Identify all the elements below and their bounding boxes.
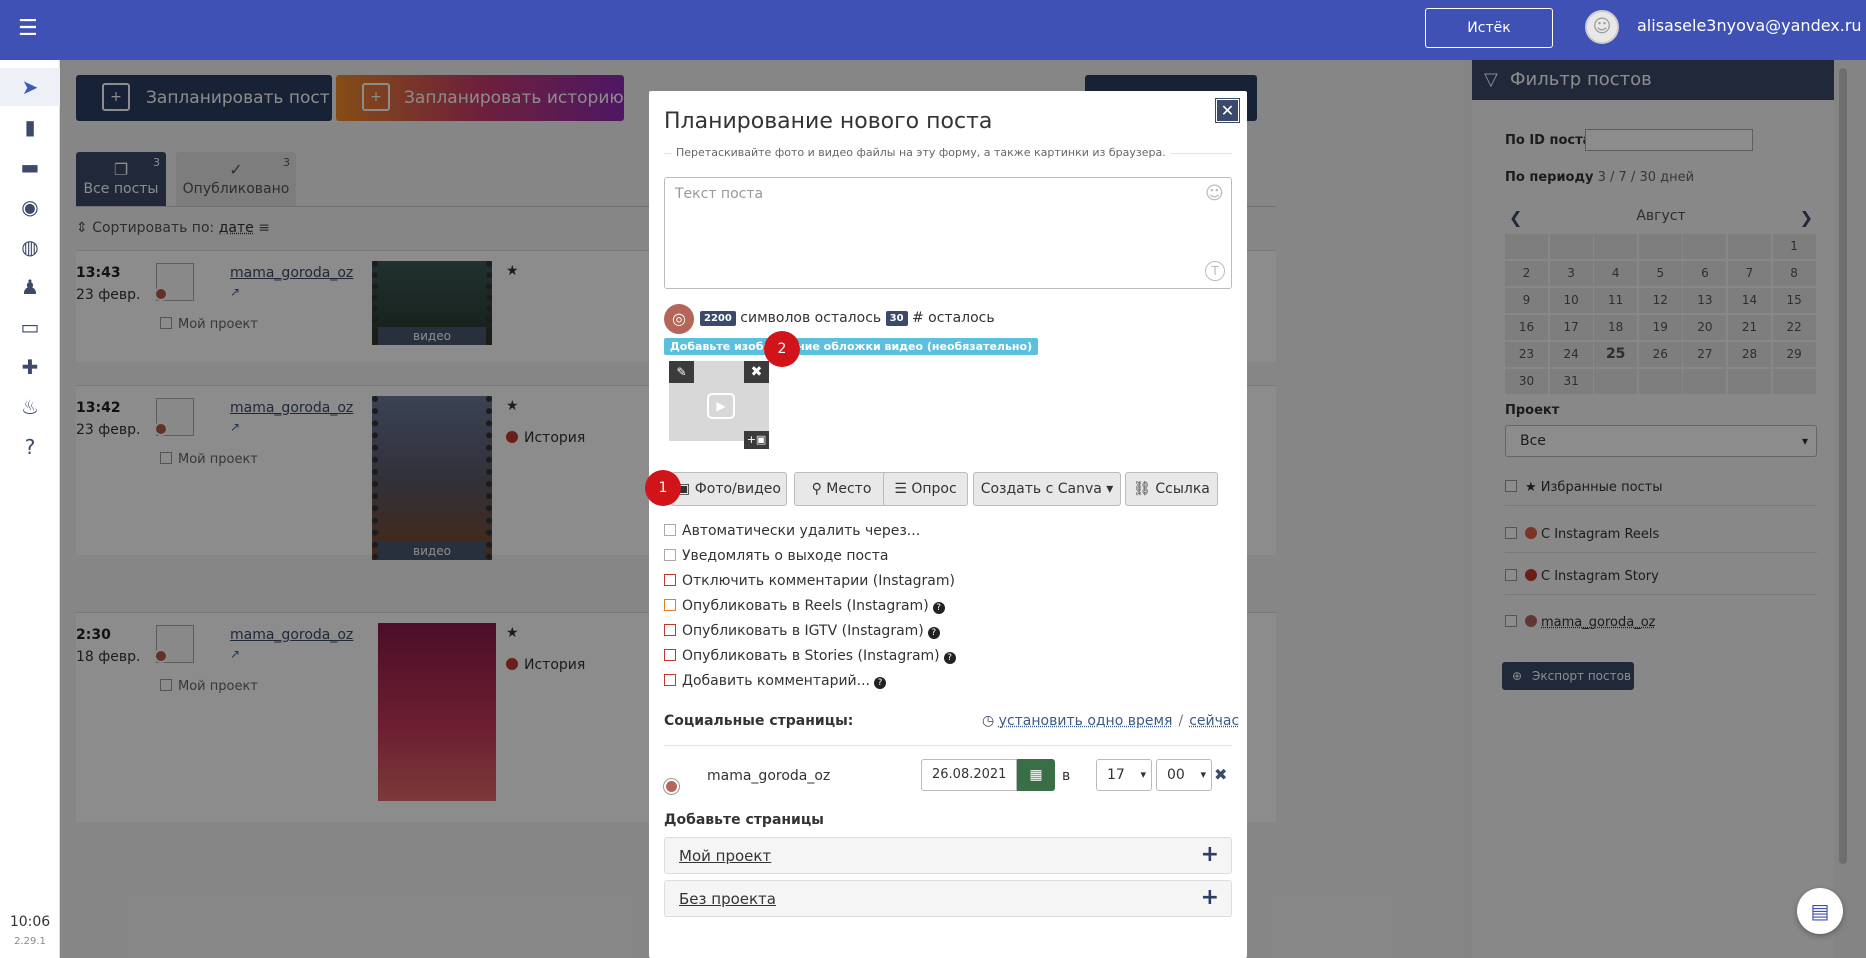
checkbox[interactable] <box>664 624 676 636</box>
disable-comments-option[interactable]: Отключить комментарии (Instagram) <box>664 573 955 589</box>
pencil-icon[interactable]: ✎ <box>669 361 694 383</box>
tags-left-badge: 30 <box>885 311 908 326</box>
checkbox[interactable] <box>664 599 676 611</box>
emoji-icon[interactable]: ☺ <box>1205 183 1224 204</box>
help-icon[interactable]: ? <box>874 677 887 689</box>
checkbox[interactable] <box>664 574 676 586</box>
plus-icon[interactable]: + <box>1201 842 1219 867</box>
map-pin-icon: ⚲ <box>811 481 827 497</box>
modal-title: Планирование нового поста <box>664 109 993 134</box>
reels-option[interactable]: Опубликовать в Reels (Instagram)? <box>664 598 945 614</box>
canva-button[interactable]: Создать с Canva ▾ <box>973 472 1121 506</box>
chevron-down-icon: ▾ <box>1200 768 1206 781</box>
auto-delete-option[interactable]: Автоматически удалить через... <box>664 523 920 539</box>
instagram-icon <box>663 778 680 795</box>
help-icon[interactable]: ? <box>0 428 60 466</box>
add-image-icon[interactable]: +▣ <box>744 431 769 449</box>
expired-button[interactable]: Истёк <box>1425 8 1553 48</box>
add-pages-label: Добавьте страницы <box>664 812 824 828</box>
plus-icon[interactable]: + <box>1201 885 1219 910</box>
broadcast-icon[interactable]: ◉ <box>0 188 60 226</box>
instagram-icon: ◎ <box>664 304 694 334</box>
list-icon: ☰ <box>894 481 912 497</box>
igtv-option[interactable]: Опубликовать в IGTV (Instagram)? <box>664 623 940 639</box>
chevron-down-icon: ▾ <box>1140 768 1146 781</box>
close-icon[interactable]: ✖ <box>744 361 769 383</box>
place-button[interactable]: ⚲ Место <box>794 472 889 506</box>
project-section[interactable]: Мой проект + <box>664 837 1232 874</box>
close-button[interactable]: ✕ <box>1215 98 1240 123</box>
caret-down-icon: ▾ <box>1101 481 1114 497</box>
social-pages-label: Социальные страницы: <box>664 713 854 729</box>
new-post-modal: Планирование нового поста ✕ Перетаскивай… <box>645 91 1247 958</box>
add-comment-option[interactable]: Добавить комментарий...? <box>664 673 887 689</box>
set-one-time-link[interactable]: установить одно время <box>999 713 1173 729</box>
date-input[interactable]: 26.08.2021 <box>921 759 1017 791</box>
play-icon: ▶ <box>707 393 735 419</box>
annotation-marker: 1 <box>645 470 681 506</box>
now-link[interactable]: сейчас <box>1189 713 1239 729</box>
at-label: в <box>1062 768 1071 784</box>
link-button[interactable]: ⛓ Ссылка <box>1125 472 1218 506</box>
top-bar: ☰ Истёк ☺ alisasele3nyova@yandex.ru <box>0 0 1866 60</box>
drag-hint: Перетаскивайте фото и видео файлы на эту… <box>672 146 1170 159</box>
folder-icon[interactable]: ▬ <box>0 148 60 186</box>
fire-icon[interactable]: ♨ <box>0 388 60 426</box>
credit-card-icon[interactable]: ▭ <box>0 308 60 346</box>
help-icon[interactable]: ? <box>932 602 945 614</box>
divider <box>664 745 1232 746</box>
poll-button[interactable]: ☰ Опрос <box>883 472 968 506</box>
annotation-marker: 2 <box>764 331 800 367</box>
char-counter: 2200 символов осталось 30 # осталось <box>700 310 995 326</box>
info-icon[interactable]: T <box>1205 261 1225 281</box>
clock: 10:06 <box>9 914 51 930</box>
chars-left-badge: 2200 <box>700 311 736 326</box>
add-user-icon[interactable]: ✚ <box>0 348 60 386</box>
time-controls: ◷ установить одно время / сейчас <box>982 713 1240 729</box>
checkbox[interactable] <box>664 674 676 686</box>
calendar-icon[interactable]: ▦ <box>1017 759 1055 791</box>
project-section[interactable]: Без проекта + <box>664 880 1232 917</box>
notify-option[interactable]: Уведомлять о выходе поста <box>664 548 889 564</box>
hour-select[interactable]: 17 ▾ <box>1096 759 1152 791</box>
user-email[interactable]: alisasele3nyova@yandex.ru <box>1637 16 1862 35</box>
project-name[interactable]: Без проекта <box>679 890 776 908</box>
send-icon[interactable]: ➤ <box>0 68 60 106</box>
checkbox[interactable] <box>664 649 676 661</box>
cover-image-button[interactable]: Добавьте изображение обложки видео (необ… <box>664 338 1039 355</box>
stories-option[interactable]: Опубликовать в Stories (Instagram)? <box>664 648 956 664</box>
chat-button[interactable]: ▤ <box>1797 888 1843 934</box>
sidebar: ➤ ▮ ▬ ◉ ◍ ♟ ▭ ✚ ♨ ? 10:06 2.29.1 <box>0 60 60 958</box>
globe-icon[interactable]: ◍ <box>0 228 60 266</box>
link-icon: ⛓ <box>1133 481 1156 497</box>
users-icon[interactable]: ♟ <box>0 268 60 306</box>
version: 2.29.1 <box>14 936 46 947</box>
bar-chart-icon[interactable]: ▮ <box>0 108 60 146</box>
post-text-input[interactable]: Текст поста <box>664 177 1232 289</box>
menu-icon[interactable]: ☰ <box>18 18 40 40</box>
clock-icon: ◷ <box>982 713 999 729</box>
checkbox[interactable] <box>664 549 676 561</box>
help-icon[interactable]: ? <box>927 627 940 639</box>
account-name: mama_goroda_oz <box>707 768 831 784</box>
checkbox[interactable] <box>664 524 676 536</box>
remove-icon[interactable]: ✖ <box>1214 765 1227 784</box>
minute-select[interactable]: 00 ▾ <box>1156 759 1212 791</box>
project-name[interactable]: Мой проект <box>679 847 771 865</box>
help-icon[interactable]: ? <box>943 652 956 664</box>
photo-video-button[interactable]: ▣ Фото/видео <box>671 472 787 506</box>
avatar[interactable]: ☺ <box>1585 10 1619 44</box>
